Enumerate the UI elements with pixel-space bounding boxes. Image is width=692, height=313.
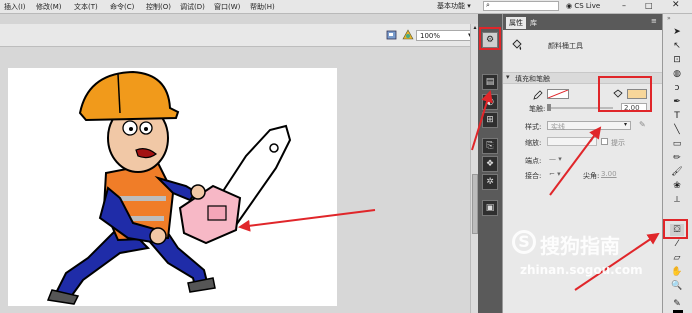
chevron-down-icon: ▾: [465, 2, 471, 10]
line-tool-icon[interactable]: ╲: [670, 124, 684, 136]
hint-checkbox[interactable]: [601, 138, 608, 145]
hand-tool-icon[interactable]: ✋: [670, 266, 684, 278]
menu-control[interactable]: 控制(O): [146, 2, 171, 12]
hint-label: 提示: [611, 139, 625, 147]
actions-panel-icon[interactable]: ⎘: [482, 138, 498, 154]
scale-label: 缩放:: [525, 139, 542, 147]
menu-help[interactable]: 帮助(H): [250, 2, 275, 12]
motion-presets-icon[interactable]: ✲: [482, 174, 498, 190]
properties-tab-bar: 属性 库 ≡: [503, 14, 663, 30]
eyedropper-tool-icon[interactable]: ⁄: [670, 238, 684, 250]
menu-modify[interactable]: 修改(M): [36, 2, 62, 12]
components-panel-icon[interactable]: ❖: [482, 156, 498, 172]
pencil-tool-icon[interactable]: ✏: [670, 152, 684, 164]
watermark-brand: 搜狗指南: [540, 234, 620, 258]
tools-panel: » ➤ ↖ ⊡ ◍ ↄ ✒ T ╲ ▭ ✏ 🖌 ❀ ⟂ ⛋ ⁄ ▱ ✋ 🔍 ✎: [662, 14, 692, 313]
pen-tool-icon[interactable]: ✒: [670, 96, 684, 108]
edit-scene-icon[interactable]: [402, 29, 414, 41]
section-title: 填充和笔触: [515, 75, 550, 83]
panel-icon-strip: ⚙ ▤ ◐ ⊞ ⎘ ❖ ✲ ▣: [478, 14, 502, 313]
stroke-color-tool-icon[interactable]: ✎: [670, 298, 684, 310]
paint-bucket-icon: [511, 39, 523, 51]
brush-tool-icon[interactable]: 🖌: [670, 166, 684, 178]
tab-properties[interactable]: 属性: [506, 17, 526, 29]
lasso-tool-icon[interactable]: ↄ: [670, 82, 684, 94]
annotation-box-paint-bucket: [663, 219, 688, 239]
menu-debug[interactable]: 调试(D): [180, 2, 205, 12]
annotation-box-fill-color: [598, 76, 652, 112]
deco-tool-icon[interactable]: ❀: [670, 180, 684, 192]
free-transform-tool-icon[interactable]: ⊡: [670, 54, 684, 66]
stroke-style-select[interactable]: 实线 ▾: [547, 121, 631, 131]
maximize-icon[interactable]: □: [645, 1, 653, 10]
rectangle-tool-icon[interactable]: ▭: [670, 138, 684, 150]
cap-select[interactable]: — ▾: [549, 155, 562, 163]
stroke-slider-handle[interactable]: [547, 104, 551, 111]
zoom-value: 100%: [420, 32, 441, 40]
workspace-switcher[interactable]: 基本功能 ▾: [437, 1, 471, 11]
menu-bar: 插入(I) 修改(M) 文本(T) 命令(C) 控制(O) 调试(D) 窗口(W…: [0, 0, 692, 14]
chevron-down-icon: ▾: [590, 137, 594, 144]
selection-tool-icon[interactable]: ➤: [670, 26, 684, 38]
chevron-down-icon: ▾: [506, 73, 510, 81]
library-panel-icon[interactable]: ▤: [482, 74, 498, 90]
text-tool-icon[interactable]: T: [670, 110, 684, 122]
minimize-icon[interactable]: –: [622, 1, 626, 10]
document-tab-strip: [0, 14, 478, 24]
menu-window[interactable]: 窗口(W): [214, 2, 240, 12]
sogou-watermark: S 搜狗指南: [512, 230, 662, 260]
cs-live-label: CS Live: [574, 2, 601, 10]
panel-menu-icon[interactable]: ≡: [651, 17, 657, 25]
stage-canvas[interactable]: [8, 68, 337, 306]
edit-symbols-icon[interactable]: [386, 29, 398, 41]
project-panel-icon[interactable]: ▣: [482, 200, 498, 216]
workspace-label: 基本功能: [437, 2, 465, 10]
pencil-icon: [533, 90, 543, 100]
sogou-logo-icon: S: [512, 230, 536, 254]
miter-label: 尖角:: [583, 172, 600, 180]
transform-panel-icon[interactable]: ⊞: [482, 112, 498, 128]
zoom-select[interactable]: 100% ▾: [416, 30, 476, 41]
join-select[interactable]: ⌐ ▾: [549, 170, 561, 178]
collapse-arrows-icon[interactable]: »: [667, 15, 671, 22]
annotation-box-properties-icon: [479, 27, 501, 50]
bone-tool-icon[interactable]: ⟂: [670, 194, 684, 206]
stroke-color-swatch[interactable]: [547, 89, 569, 99]
cs-live-button[interactable]: ◉ CS Live: [566, 1, 600, 11]
chevron-down-icon: ▾: [624, 121, 628, 128]
zoom-tool-icon[interactable]: 🔍: [670, 280, 684, 292]
close-icon[interactable]: ✕: [672, 0, 680, 10]
stage-toolbar: 100% ▾: [0, 24, 478, 47]
color-panel-icon[interactable]: ◐: [482, 94, 498, 110]
menu-insert[interactable]: 插入(I): [4, 2, 26, 12]
stroke-style-value: 实线: [551, 123, 565, 131]
menu-text[interactable]: 文本(T): [74, 2, 98, 12]
search-icon: ⌕: [486, 1, 490, 9]
tool-name: 颜料桶工具: [548, 42, 583, 50]
join-label: 接合:: [525, 172, 542, 180]
style-label: 样式:: [525, 123, 542, 131]
cap-label: 端点:: [525, 157, 542, 165]
tab-library[interactable]: 库: [527, 17, 540, 29]
menu-commands[interactable]: 命令(C): [110, 2, 134, 12]
search-input[interactable]: ⌕: [483, 1, 559, 11]
watermark-url: zhinan.sogou.com: [520, 263, 643, 277]
edit-stroke-style-icon[interactable]: ✎: [639, 120, 646, 129]
worker-cartoon-illustration: [46, 70, 292, 305]
stroke-label: 笔触:: [529, 105, 546, 113]
scale-select[interactable]: ▾: [547, 137, 597, 146]
3d-rotation-tool-icon[interactable]: ◍: [670, 68, 684, 80]
eraser-tool-icon[interactable]: ▱: [670, 252, 684, 264]
miter-value[interactable]: 3.00: [601, 170, 617, 178]
subselection-tool-icon[interactable]: ↖: [670, 40, 684, 52]
